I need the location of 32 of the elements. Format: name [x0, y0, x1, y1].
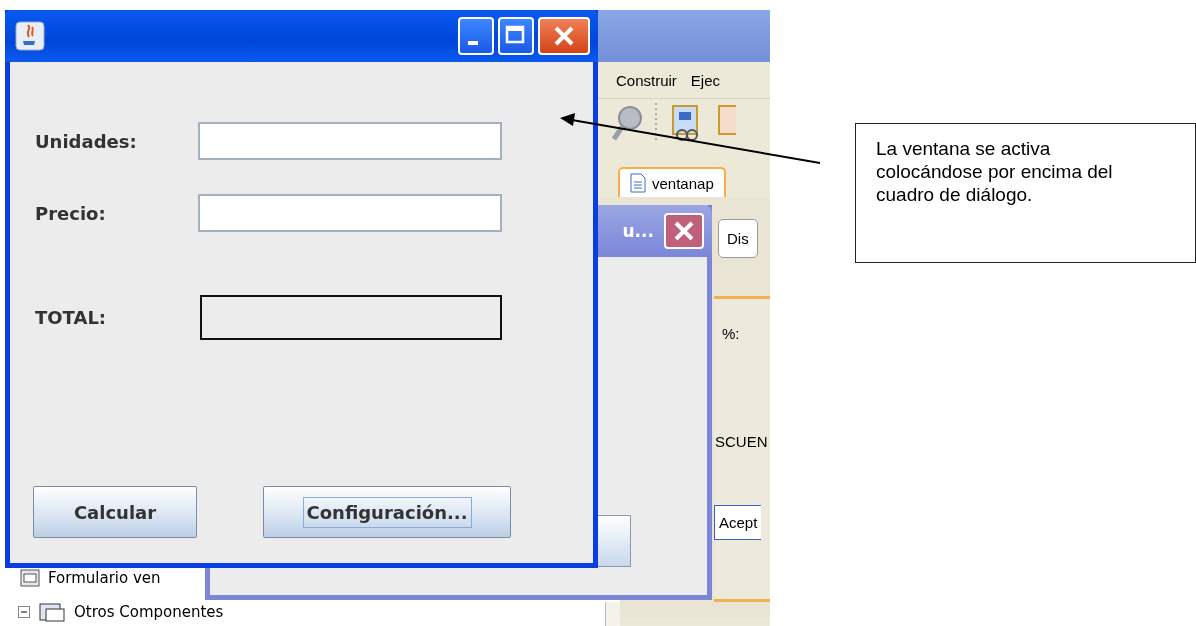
field-label: Precio:: [35, 202, 107, 224]
scroll-bar: [605, 602, 620, 626]
design-button[interactable]: Acept: [714, 505, 762, 540]
file-tab[interactable]: ventanap: [618, 167, 726, 197]
separator-icon: [654, 103, 658, 143]
design-button[interactable]: Dis: [718, 219, 758, 258]
field-label: TOTAL:: [35, 307, 108, 328]
close-button[interactable]: [664, 213, 704, 249]
text-field[interactable]: [198, 194, 502, 232]
close-icon: [673, 220, 695, 242]
tree-item[interactable]: Formulario ven: [48, 569, 161, 587]
coffee-cup-icon: [15, 21, 45, 51]
magnifier-icon[interactable]: [612, 103, 642, 143]
field-label: Unidades:: [35, 130, 138, 152]
document-icon: [630, 173, 646, 193]
form-label: SCUEN: [715, 433, 768, 450]
tree-item[interactable]: Otros Componentes: [74, 603, 224, 621]
close-icon: [553, 25, 575, 47]
calculate-button[interactable]: Calcular: [33, 486, 197, 538]
callout-text: La ventana se activa colocándose por encima del cuadro de diálogo.: [876, 137, 1114, 206]
maximize-button[interactable]: [498, 17, 534, 55]
close-button[interactable]: [538, 17, 590, 55]
menu-item[interactable]: Construir: [616, 71, 677, 89]
folder-icon: [38, 601, 66, 623]
collapse-icon[interactable]: [18, 606, 30, 618]
minimize-icon: [468, 41, 478, 45]
dialog-title: u...: [622, 221, 654, 241]
minimize-button[interactable]: [458, 17, 494, 55]
text-field[interactable]: [198, 122, 502, 160]
settings-button[interactable]: Configuración...: [263, 486, 511, 538]
menu-item[interactable]: Ejec: [690, 71, 721, 89]
form-label: %:: [722, 325, 740, 342]
